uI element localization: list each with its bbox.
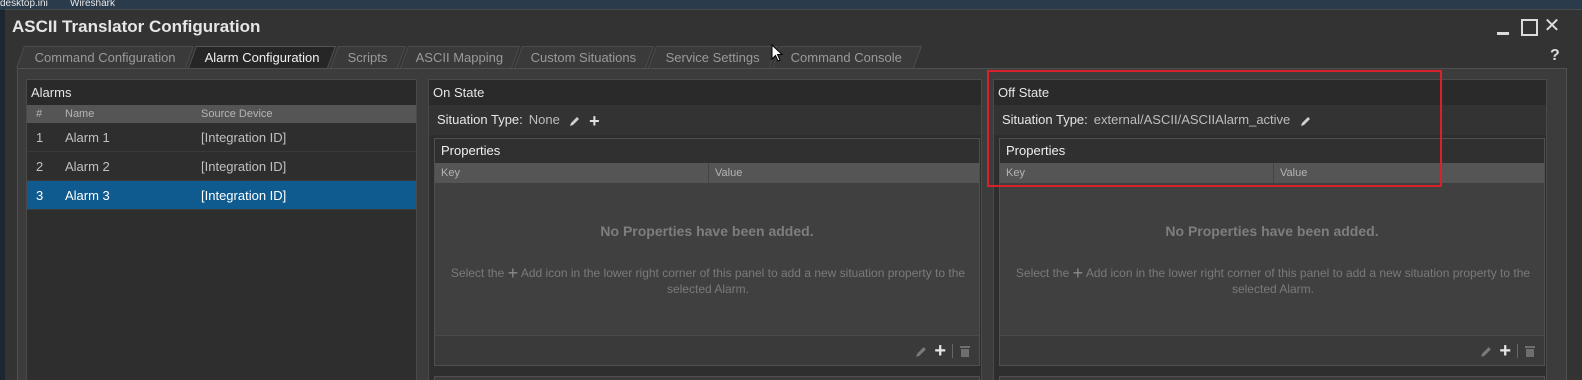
trash-icon[interactable] [1524,344,1536,358]
situation-type-label: Situation Type: [1002,112,1088,127]
column-divider [708,163,709,183]
alarm-row-selected[interactable]: 3 Alarm 3 [Integration ID] [27,181,416,210]
alarm-configuration-content: Alarms # Name Source Device 1 Alarm 1 [I… [17,68,1567,380]
mouse-cursor-icon [771,44,783,62]
help-text-end: Add icon in the lower right corner of th… [520,266,966,296]
title-bar[interactable]: ASCII Translator Configuration ✕ [5,10,1582,42]
column-value[interactable]: Value [1280,163,1307,183]
properties-title: Properties [1000,139,1544,163]
tab-label: Custom Situations [530,50,637,65]
tab-service-settings[interactable]: Service Settings [647,46,779,68]
alarm-source: [Integration ID] [201,130,287,145]
situation-type-label: Situation Type: [437,112,523,127]
alarm-num: 2 [36,159,44,174]
edit-pencil-icon[interactable] [1300,115,1312,127]
add-plus-icon: + [1072,263,1084,283]
alarm-source: [Integration ID] [201,159,287,174]
on-state-lower-section [434,376,980,380]
tab-custom-situations[interactable]: Custom Situations [513,46,655,68]
window-title: ASCII Translator Configuration [12,17,261,36]
tab-label: Service Settings [665,50,760,65]
alarm-row[interactable]: 2 Alarm 2 [Integration ID] [27,152,416,181]
properties-column-header: Key Value [435,163,979,183]
column-divider [1273,163,1274,183]
add-property-icon[interactable]: + [1499,341,1511,361]
tab-label: ASCII Mapping [415,50,504,65]
alarm-name: Alarm 1 [65,130,110,145]
edit-pencil-icon[interactable] [569,115,581,127]
tab-command-configuration[interactable]: Command Configuration [15,46,195,68]
alarm-name: Alarm 3 [65,188,110,203]
empty-properties-title: No Properties have been added. [1165,223,1379,239]
tab-label: Alarm Configuration [204,50,320,65]
toolbar-divider [1517,344,1518,358]
edit-pencil-icon[interactable] [915,345,928,358]
tab-label: Command Configuration [34,50,176,65]
maximize-icon[interactable] [1518,16,1538,36]
on-situation-type-row: Situation Type: None + [429,105,981,135]
empty-properties-help: Select the + Add icon in the lower right… [445,263,971,297]
help-text-start: Select the [1015,266,1070,280]
alarm-row[interactable]: 1 Alarm 1 [Integration ID] [27,123,416,152]
help-icon[interactable]: ? [1550,47,1560,65]
on-state-title: On State [429,80,981,105]
help-text-end: Add icon in the lower right corner of th… [1085,266,1531,296]
off-properties-panel: Properties Key Value No Properties have … [999,138,1545,366]
off-state-lower-section [999,376,1545,380]
alarm-name: Alarm 2 [65,159,110,174]
column-source-device[interactable]: Source Device [201,105,273,123]
desktop-item[interactable]: Wireshark [70,0,115,9]
tab-ascii-mapping[interactable]: ASCII Mapping [399,46,521,68]
column-key[interactable]: Key [1006,163,1025,183]
alarms-title: Alarms [27,80,416,105]
off-situation-type-row: Situation Type: external/ASCII/ASCIIAlarm… [994,105,1546,135]
add-plus-icon: + [507,263,519,283]
trash-icon[interactable] [959,344,971,358]
column-name[interactable]: Name [65,105,94,123]
add-property-icon[interactable]: + [934,341,946,361]
alarm-num: 1 [36,130,44,145]
on-properties-panel: Properties Key Value No Properties have … [434,138,980,366]
off-state-panel: Off State Situation Type: external/ASCII/… [993,79,1547,380]
toolbar-divider [952,344,953,358]
on-state-panel: On State Situation Type: None + Propertie… [428,79,982,380]
column-value[interactable]: Value [715,163,742,183]
empty-properties-title: No Properties have been added. [600,223,814,239]
tab-alarm-configuration[interactable]: Alarm Configuration [187,46,337,68]
empty-properties-help: Select the + Add icon in the lower right… [1010,263,1536,297]
desktop-item[interactable]: desktop.ini [0,0,48,9]
alarm-source: [Integration ID] [201,188,287,203]
column-key[interactable]: Key [441,163,460,183]
tab-label: Command Console [790,50,903,65]
add-situation-icon[interactable]: + [589,112,600,130]
alarms-column-header: # Name Source Device [27,105,416,123]
translator-window: ASCII Translator Configuration ✕ ? Comma… [5,9,1582,380]
situation-type-value: external/ASCII/ASCIIAlarm_active [1093,112,1291,127]
off-state-title: Off State [994,80,1546,105]
properties-toolbar: + [1000,335,1544,365]
alarm-num: 3 [36,188,44,203]
tab-label: Scripts [347,50,388,65]
minimize-icon[interactable] [1493,16,1513,36]
situation-type-value: None [528,112,560,127]
tab-command-console[interactable]: Command Console [771,46,923,68]
column-num[interactable]: # [36,105,42,123]
properties-column-header: Key Value [1000,163,1544,183]
properties-toolbar: + [435,335,979,365]
close-icon[interactable]: ✕ [1542,16,1562,36]
alarms-panel: Alarms # Name Source Device 1 Alarm 1 [I… [26,79,417,380]
help-text-start: Select the [450,266,505,280]
properties-title: Properties [435,139,979,163]
tab-scripts[interactable]: Scripts [329,46,407,68]
edit-pencil-icon[interactable] [1480,345,1493,358]
